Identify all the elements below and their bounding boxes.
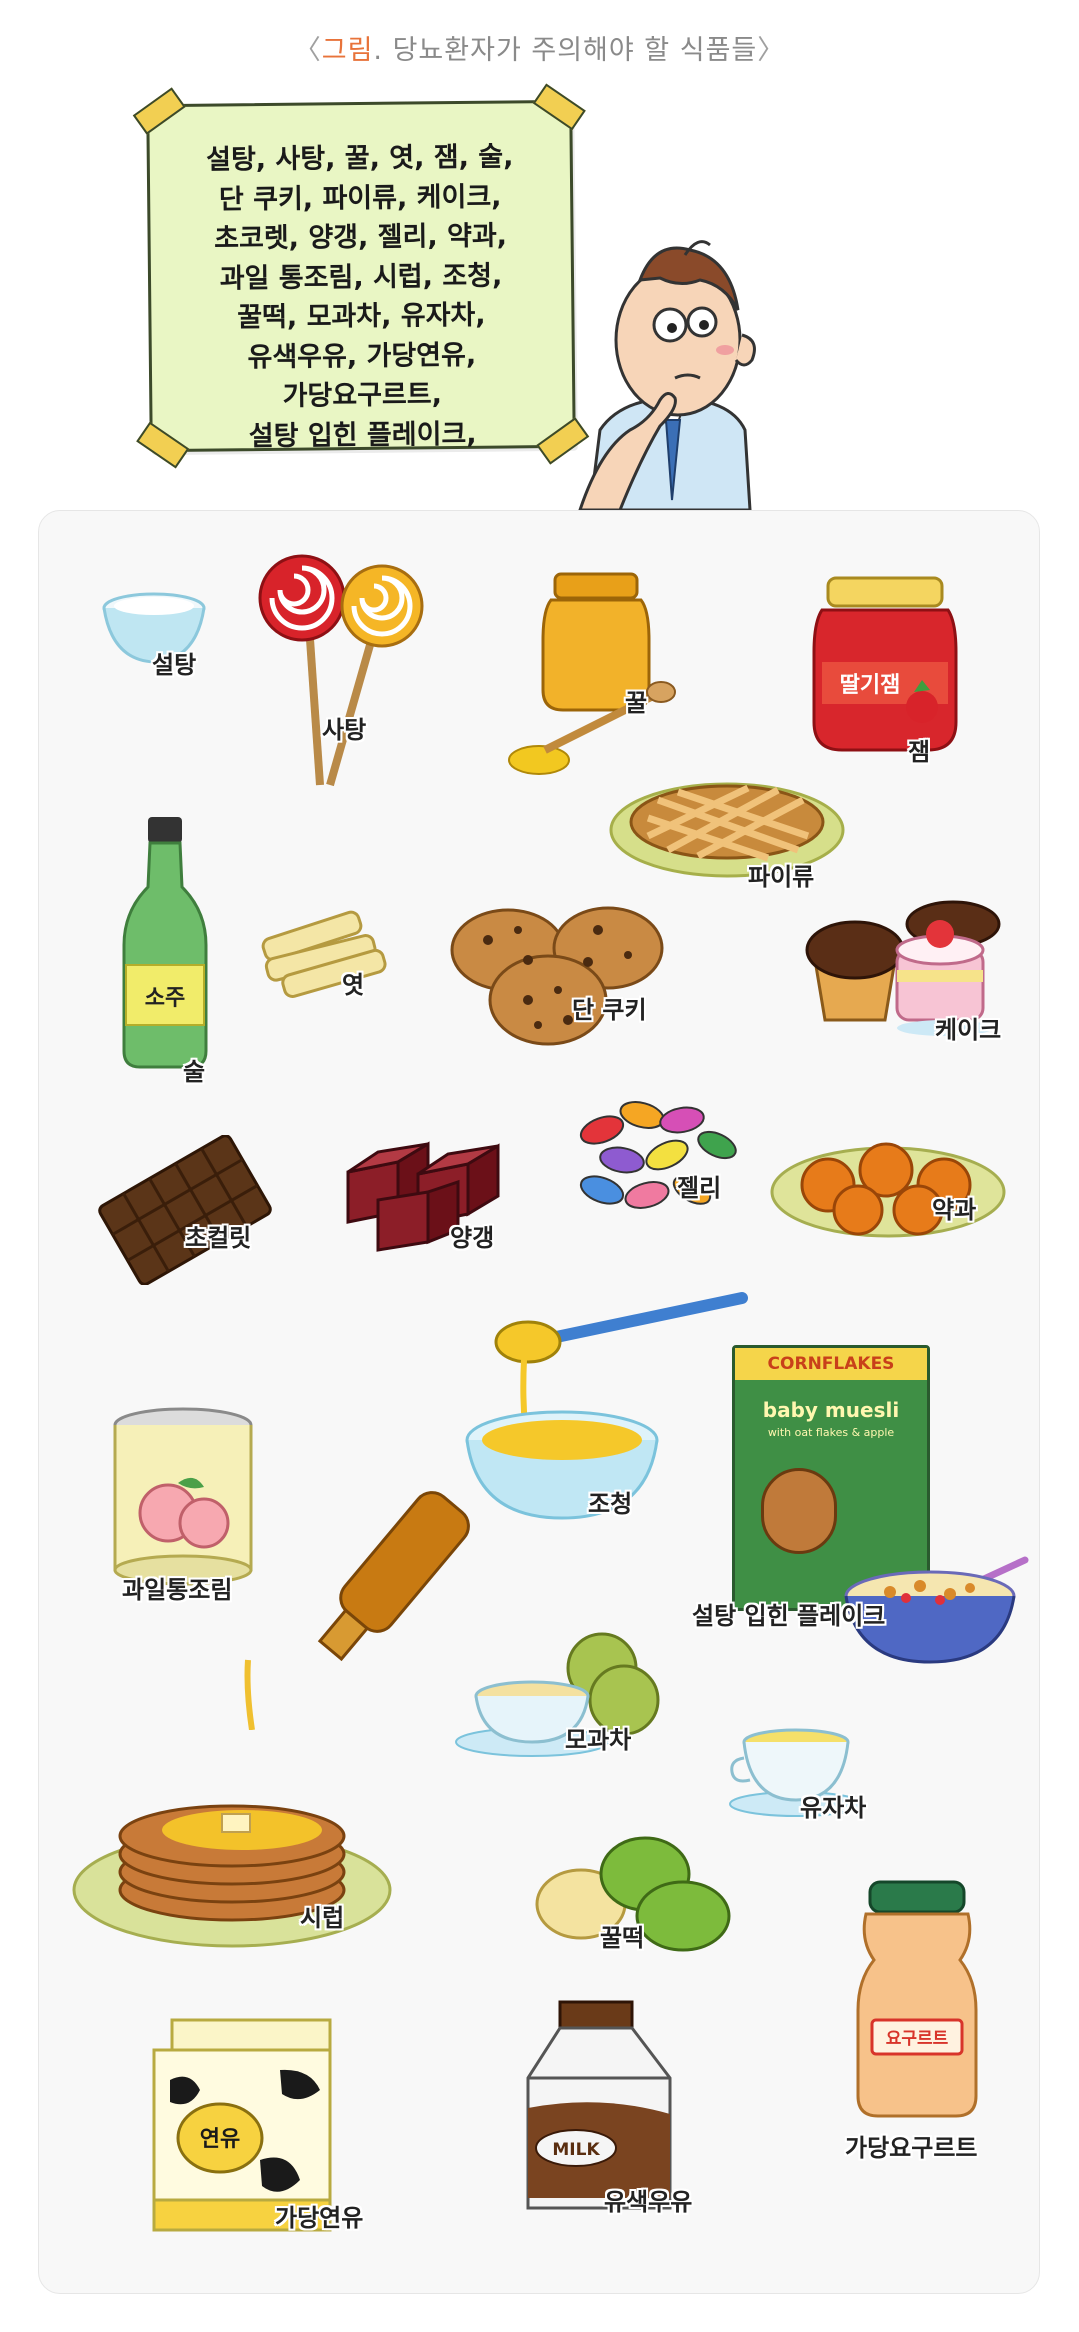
label-ggultteok: 꿀떡	[600, 1924, 645, 1952]
soju-bottle-illustration: 소주	[122, 817, 208, 1069]
jelly-beans-illustration	[579, 1101, 737, 1209]
syrup-bottle-illustration	[244, 1491, 470, 1730]
label-syrup: 시럽	[300, 1904, 345, 1932]
label-moguacha: 모과차	[565, 1726, 632, 1754]
tape-top-left	[132, 87, 186, 135]
soju-bottle-text: 소주	[145, 986, 185, 1011]
note-line: 설탕 입힌 플레이크,	[248, 418, 477, 452]
chocolate-bar-illustration	[98, 1135, 272, 1285]
label-condensed-milk: 가당연유	[275, 2204, 364, 2232]
label-jocheong: 조청	[588, 1490, 633, 1518]
label-honey: 꿀	[625, 689, 648, 717]
lollipop-illustration	[258, 554, 424, 787]
label-flavored-milk: 유색우유	[604, 2188, 693, 2216]
label-candy: 사탕	[322, 716, 367, 744]
label-cake: 케이크	[935, 1016, 1002, 1044]
thinking-man-illustration	[578, 240, 756, 510]
label-sugar: 설탕	[152, 651, 197, 679]
label-jam: 잼	[908, 738, 931, 766]
cookie-illustration	[450, 906, 664, 1046]
note-line: 설탕, 사탕, 꿀, 엿, 잼, 술,	[205, 141, 514, 176]
label-flakes: 설탕 입힌 플레이크	[692, 1602, 886, 1630]
label-pie: 파이류	[748, 863, 815, 891]
label-soju: 술	[183, 1058, 206, 1086]
label-cookie: 단 쿠키	[572, 996, 647, 1024]
label-yakgwa: 약과	[932, 1196, 977, 1224]
canned-fruit-illustration	[113, 1407, 253, 1586]
label-canned-fruit: 과일통조림	[122, 1576, 233, 1604]
milk-carton-text: MILK	[552, 2140, 600, 2160]
note-line: 단 쿠키, 파이류, 케이크,	[218, 181, 502, 215]
note-line: 꿀떡, 모과차, 유자차,	[237, 299, 486, 334]
note-line: 유색우유, 가당연유,	[247, 339, 477, 373]
note-text: 설탕, 사탕, 꿀, 엿, 잼, 술, 단 쿠키, 파이류, 케이크, 초코렛,…	[150, 137, 573, 457]
figure-caption: 〈그림. 당뇨환자가 주의해야 할 식품들〉	[0, 28, 1079, 67]
note-line: 가당요구르트,	[282, 379, 443, 412]
label-chocolate: 초컬릿	[185, 1224, 252, 1252]
jam-jar-illustration: 딸기잼	[812, 576, 958, 752]
condensed-can-text: 연유	[200, 2127, 240, 2152]
note-line: 과일 통조림, 시럽, 조청,	[219, 260, 503, 294]
label-yeot: 엿	[342, 971, 365, 999]
moguacha-tea-illustration	[455, 1632, 660, 1757]
caption-close-bracket: 〉	[757, 35, 786, 66]
yogurt-bottle-text: 요구르트	[886, 2029, 949, 2049]
teddy-bear-icon	[761, 1468, 837, 1554]
label-jelly: 젤리	[677, 1174, 722, 1202]
jam-jar-text: 딸기잼	[840, 673, 901, 698]
cornflakes-box-desc: with oat flakes & apple	[767, 1426, 895, 1439]
food-list-note: 설탕, 사탕, 꿀, 엿, 잼, 술, 단 쿠키, 파이류, 케이크, 초코렛,…	[132, 83, 590, 469]
caption-open-bracket: 〈	[293, 35, 322, 66]
tape-top-right	[532, 83, 586, 131]
honey-jar-illustration	[508, 572, 676, 775]
label-yujacha: 유자차	[800, 1794, 867, 1822]
cornflakes-box-title: CORNFLAKES	[735, 1348, 927, 1380]
cornflakes-box-subtitle: baby muesli	[762, 1398, 900, 1422]
note-line: 초코렛, 양갱, 젤리, 약과,	[214, 220, 508, 255]
yogurt-bottle-illustration: 요구르트	[856, 1880, 978, 2118]
caption-highlight: 그림	[321, 35, 374, 66]
yeot-illustration	[261, 910, 387, 998]
label-yanggaeng: 양갱	[450, 1224, 495, 1252]
caption-text: . 당뇨환자가 주의해야 할 식품들	[373, 35, 758, 66]
label-yogurt: 가당요구르트	[845, 2134, 978, 2162]
